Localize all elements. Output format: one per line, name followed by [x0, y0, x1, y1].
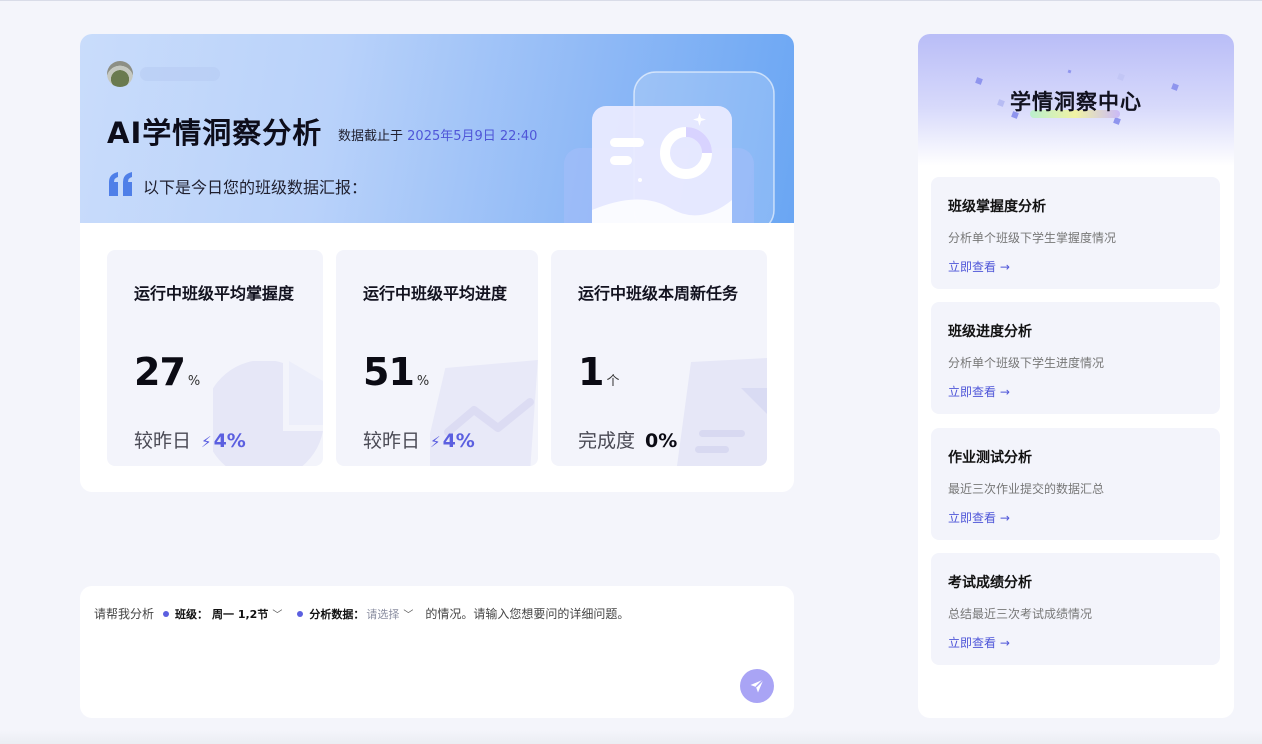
item-description: 分析单个班级下学生进度情况: [948, 356, 1105, 370]
insight-center-panel: 学情洞察中心 班级掌握度分析 分析单个班级下学生掌握度情况 立即查看 → 班级进…: [918, 34, 1234, 718]
class-select-value: 周一 1,2节: [212, 607, 269, 621]
stat-compare: 完成度 0%: [578, 430, 678, 452]
data-label: 分析数据：: [309, 607, 365, 621]
bullet-dot: [297, 610, 304, 617]
panel-header: 学情洞察中心: [918, 34, 1234, 166]
stat-value: 27%: [134, 350, 201, 394]
view-now-link[interactable]: 立即查看 →: [948, 634, 1010, 651]
stat-card-mastery: 运行中班级平均掌握度 27% 较昨日 ⚡ 4%: [107, 250, 323, 466]
item-title: 班级掌握度分析: [948, 199, 1046, 215]
bullet-dot: [163, 610, 170, 617]
stat-title: 运行中班级平均进度: [363, 284, 508, 303]
bolt-trend-icon: ⚡: [201, 433, 212, 451]
stat-title: 运行中班级平均掌握度: [134, 284, 295, 303]
confetti-decoration: [1117, 73, 1125, 81]
analysis-item-progress[interactable]: 班级进度分析 分析单个班级下学生进度情况 立即查看 →: [931, 302, 1220, 414]
item-title: 考试成绩分析: [948, 575, 1032, 591]
send-button[interactable]: [740, 669, 774, 703]
avatar[interactable]: [107, 61, 133, 87]
data-select-placeholder: 请选择: [366, 607, 400, 621]
stat-value: 1个: [578, 350, 620, 394]
item-description: 分析单个班级下学生掌握度情况: [948, 231, 1117, 245]
analysis-item-exam[interactable]: 考试成绩分析 总结最近三次考试成绩情况 立即查看 →: [931, 553, 1220, 665]
data-timestamp: 数据截止于 2025年5月9日 22:40: [338, 125, 537, 144]
page-title: AI学情洞察分析: [107, 116, 323, 150]
bottom-edge: [0, 730, 1262, 744]
stat-value: 51%: [363, 350, 430, 394]
view-now-link[interactable]: 立即查看 →: [948, 258, 1010, 275]
confetti-decoration: [1067, 69, 1072, 74]
item-description: 最近三次作业提交的数据汇总: [948, 482, 1105, 496]
class-select[interactable]: 周一 1,2节 ﹀: [208, 606, 288, 622]
report-intro: 以下是今日您的班级数据汇报：: [143, 178, 368, 197]
prompt-template: 请帮我分析 班级： 周一 1,2节 ﹀ 分析数据： 请选择 ﹀ 的情况。请输入您…: [94, 605, 629, 622]
bolt-trend-icon: ⚡: [430, 433, 441, 451]
item-title: 班级进度分析: [948, 324, 1032, 340]
send-icon: [750, 679, 764, 693]
class-label: 班级：: [175, 607, 209, 621]
date-value: 2025年5月9日 22:40: [407, 129, 538, 144]
chevron-down-icon: ﹀: [272, 610, 283, 621]
overview-card: AI学情洞察分析 数据截止于 2025年5月9日 22:40 以下是今日您的班级…: [80, 34, 794, 492]
stat-card-progress: 运行中班级平均进度 51% 较昨日 ⚡ 4%: [336, 250, 538, 466]
stat-compare: 较昨日 ⚡ 4%: [363, 430, 475, 452]
view-now-link[interactable]: 立即查看 →: [948, 383, 1010, 400]
data-select[interactable]: 请选择 ﹀: [364, 606, 419, 622]
stat-compare: 较昨日 ⚡ 4%: [134, 430, 246, 452]
top-border: [0, 0, 1262, 1]
panel-title: 学情洞察中心: [1010, 90, 1142, 114]
user-name-blurred: [140, 67, 220, 81]
date-prefix: 数据截止于: [338, 129, 404, 144]
chevron-down-icon: ﹀: [403, 610, 414, 621]
prompt-prefix: 请帮我分析: [94, 607, 155, 621]
view-now-link[interactable]: 立即查看 →: [948, 509, 1010, 526]
item-title: 作业测试分析: [948, 450, 1032, 466]
quote-icon: [109, 172, 132, 196]
chat-input-box[interactable]: 请帮我分析 班级： 周一 1,2节 ﹀ 分析数据： 请选择 ﹀ 的情况。请输入您…: [80, 586, 794, 718]
analysis-item-homework[interactable]: 作业测试分析 最近三次作业提交的数据汇总 立即查看 →: [931, 428, 1220, 540]
prompt-suffix: 的情况。请输入您想要问的详细问题。: [425, 607, 630, 621]
item-description: 总结最近三次考试成绩情况: [948, 607, 1093, 621]
confetti-decoration: [1113, 117, 1121, 125]
stat-card-new-tasks: 运行中班级本周新任务 1个 完成度 0%: [551, 250, 767, 466]
confetti-decoration: [975, 77, 983, 85]
hero-banner: AI学情洞察分析 数据截止于 2025年5月9日 22:40 以下是今日您的班级…: [80, 34, 794, 223]
analysis-item-mastery[interactable]: 班级掌握度分析 分析单个班级下学生掌握度情况 立即查看 →: [931, 177, 1220, 289]
dashboard-illustration-icon: [564, 71, 775, 223]
stat-title: 运行中班级本周新任务: [578, 284, 739, 303]
document-icon: [677, 358, 767, 466]
